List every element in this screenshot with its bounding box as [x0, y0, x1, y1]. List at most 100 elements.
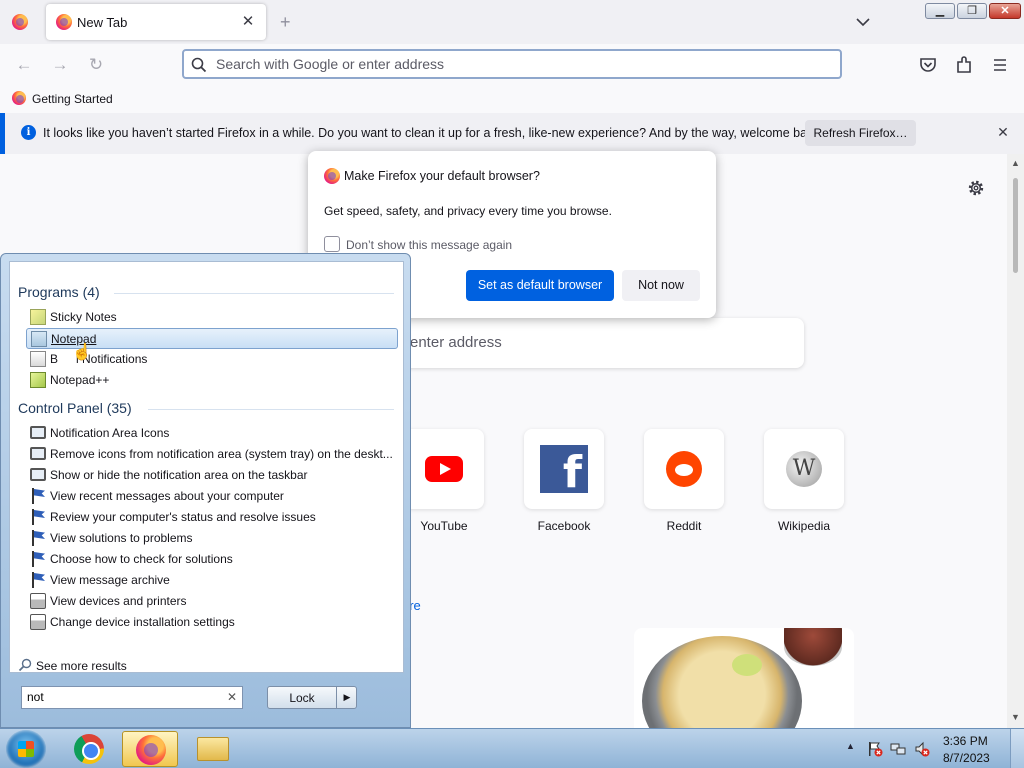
- tab-favicon-icon: [56, 14, 72, 30]
- address-bar[interactable]: [182, 49, 842, 79]
- sticky-notes-icon: [30, 309, 46, 325]
- result-review-status[interactable]: Review your computer's status and resolv…: [26, 507, 398, 528]
- gear-icon[interactable]: [966, 178, 986, 198]
- window-close-button[interactable]: ✕: [989, 3, 1021, 19]
- monitor-icon: [30, 447, 46, 460]
- result-label: Bl Notifications: [50, 352, 148, 366]
- dont-show-again-label[interactable]: Don’t show this message again: [346, 238, 512, 252]
- firefox-logo-icon: [324, 168, 340, 184]
- extensions-puzzle-icon[interactable]: [953, 54, 975, 76]
- close-icon[interactable]: ✕: [993, 122, 1013, 142]
- page-scrollbar[interactable]: ▲ ▼: [1007, 154, 1024, 728]
- printer-icon: [30, 614, 46, 630]
- bookmark-getting-started[interactable]: Getting Started: [32, 92, 113, 106]
- scroll-up-arrow-icon[interactable]: ▲: [1011, 158, 1020, 168]
- top-site-tile[interactable]: f: [524, 429, 604, 509]
- dialog-body-text: Get speed, safety, and privacy every tim…: [324, 204, 612, 218]
- new-tab-plus-icon[interactable]: +: [280, 11, 291, 33]
- firefox-logo-icon[interactable]: [12, 14, 28, 30]
- top-site-label: Reddit: [666, 519, 702, 533]
- lock-button[interactable]: Lock ▶: [267, 686, 357, 709]
- facebook-icon: f: [540, 445, 588, 493]
- pocket-icon[interactable]: [917, 54, 939, 76]
- result-label: Notification Area Icons: [50, 426, 170, 440]
- top-site-reddit[interactable]: Reddit: [644, 429, 724, 539]
- clock-date[interactable]: 8/7/2023: [943, 751, 990, 765]
- tab-new-tab[interactable]: New Tab ✕: [46, 4, 266, 40]
- see-more-label: See more results: [36, 659, 127, 673]
- clock-time[interactable]: 3:36 PM: [943, 734, 988, 748]
- notification-area: ▲ 3:36 PM 8/7/2023: [842, 729, 1024, 768]
- result-check-for-solutions[interactable]: Choose how to check for solutions: [26, 549, 398, 570]
- top-site-tile[interactable]: W: [764, 429, 844, 509]
- start-search-box[interactable]: ✕: [21, 686, 243, 709]
- start-button[interactable]: [6, 730, 46, 768]
- taskbar-firefox-button[interactable]: [122, 731, 178, 767]
- result-view-message-archive[interactable]: View message archive: [26, 570, 398, 591]
- start-search-input[interactable]: [27, 690, 217, 704]
- flag-icon: [30, 530, 46, 546]
- result-remove-notification-icons[interactable]: Remove icons from notification area (sys…: [26, 444, 398, 465]
- result-label: View solutions to problems: [50, 531, 193, 545]
- tab-close-icon[interactable]: ✕: [238, 12, 258, 32]
- dont-show-again-checkbox[interactable]: [324, 236, 340, 252]
- refresh-notification-bar: i It looks like you haven’t started Fire…: [0, 113, 1024, 154]
- result-view-solutions[interactable]: View solutions to problems: [26, 528, 398, 549]
- folder-icon: [197, 737, 229, 761]
- top-site-tile[interactable]: [644, 429, 724, 509]
- result-label: View message archive: [50, 573, 170, 587]
- show-desktop-button[interactable]: [1010, 729, 1024, 768]
- firefox-icon: [136, 735, 166, 765]
- set-default-browser-button[interactable]: Set as default browser: [466, 270, 614, 301]
- result-label: Review your computer's status and resolv…: [50, 510, 316, 524]
- result-show-hide-notification-area[interactable]: Show or hide the notification area on th…: [26, 465, 398, 486]
- hand-cursor-icon: ☝: [72, 344, 92, 361]
- control-panel-group-header[interactable]: Control Panel (35): [18, 400, 132, 416]
- not-now-button[interactable]: Not now: [622, 270, 700, 301]
- result-label: Choose how to check for solutions: [50, 552, 233, 566]
- window-minimize-button[interactable]: ▁: [925, 3, 955, 19]
- story-card-image[interactable]: [634, 628, 854, 728]
- notepad-plus-plus-icon: [30, 372, 46, 388]
- show-hidden-icons-arrow-icon[interactable]: ▲: [846, 741, 855, 751]
- scrollbar-thumb[interactable]: [1013, 178, 1018, 273]
- action-center-flag-icon[interactable]: [867, 741, 883, 757]
- top-site-tile[interactable]: [404, 429, 484, 509]
- result-sticky-notes[interactable]: Sticky Notes: [26, 307, 398, 328]
- hamburger-menu-icon[interactable]: [989, 54, 1011, 76]
- top-site-wikipedia[interactable]: W Wikipedia: [764, 429, 844, 539]
- forward-arrow-icon[interactable]: →: [48, 53, 72, 77]
- taskbar-explorer-button[interactable]: [185, 731, 241, 767]
- result-label: Show or hide the notification area on th…: [50, 468, 308, 482]
- top-site-youtube[interactable]: YouTube: [404, 429, 484, 539]
- result-device-installation-settings[interactable]: Change device installation settings: [26, 612, 398, 633]
- notepad-icon: [31, 331, 47, 347]
- search-results-pane: Programs (4) Sticky Notes Notepad Bl Not…: [9, 261, 404, 673]
- refresh-firefox-button[interactable]: Refresh Firefox…: [805, 120, 916, 146]
- volume-muted-icon[interactable]: [914, 741, 930, 757]
- clear-search-icon[interactable]: ✕: [227, 690, 237, 704]
- flag-icon: [30, 551, 46, 567]
- result-devices-and-printers[interactable]: View devices and printers: [26, 591, 398, 612]
- programs-group-header[interactable]: Programs (4): [18, 284, 100, 300]
- magnifier-icon: [18, 658, 32, 672]
- dialog-title: Make Firefox your default browser?: [344, 169, 540, 183]
- top-site-facebook[interactable]: f Facebook: [524, 429, 604, 539]
- window-restore-button[interactable]: ❐: [957, 3, 987, 19]
- result-notepad-plus-plus[interactable]: Notepad++: [26, 370, 398, 391]
- lock-label: Lock: [289, 691, 315, 705]
- taskbar-chrome-button[interactable]: [62, 731, 118, 767]
- monitor-icon: [30, 468, 46, 481]
- address-input[interactable]: [216, 56, 816, 72]
- network-icon[interactable]: [890, 741, 906, 757]
- result-view-recent-messages[interactable]: View recent messages about your computer: [26, 486, 398, 507]
- back-arrow-icon[interactable]: ←: [12, 53, 36, 77]
- tab-bar: New Tab ✕ + ▁ ❐ ✕: [0, 0, 1024, 44]
- result-notification-area-icons[interactable]: Notification Area Icons: [26, 423, 398, 444]
- reload-icon[interactable]: ↻: [84, 53, 108, 77]
- bookmarks-toolbar: Getting Started: [0, 85, 1024, 113]
- chevron-down-icon[interactable]: [853, 12, 873, 32]
- chrome-icon: [74, 734, 104, 764]
- power-options-arrow-icon[interactable]: ▶: [336, 686, 357, 709]
- scroll-down-arrow-icon[interactable]: ▼: [1011, 712, 1020, 722]
